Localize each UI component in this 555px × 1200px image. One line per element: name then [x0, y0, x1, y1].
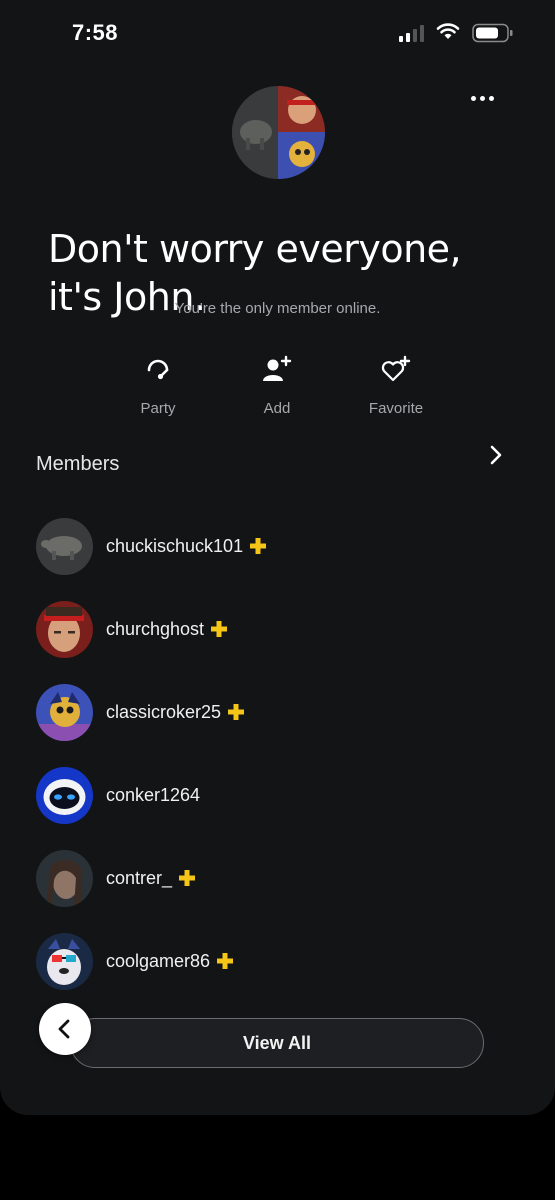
- ps-plus-icon: [210, 620, 228, 638]
- member-row[interactable]: conker1264: [36, 766, 496, 824]
- online-status-text: You're the only member online.: [174, 300, 381, 317]
- view-all-button[interactable]: View All: [70, 1018, 484, 1068]
- members-heading: Members: [36, 453, 120, 475]
- avatar: [36, 932, 93, 990]
- back-button[interactable]: [39, 1003, 91, 1055]
- add-button[interactable]: Add: [227, 352, 327, 417]
- headset-icon: [147, 359, 169, 380]
- party-button[interactable]: Party: [108, 352, 208, 417]
- group-avatar: [232, 86, 325, 179]
- member-row[interactable]: coolgamer86: [36, 932, 496, 990]
- chevron-right-icon[interactable]: [486, 444, 506, 466]
- more-options-icon[interactable]: [466, 88, 498, 108]
- add-person-icon: [263, 355, 292, 381]
- member-name: conker1264: [106, 784, 201, 805]
- heart-plus-icon: [381, 355, 411, 382]
- member-row[interactable]: chuckischuck101: [36, 517, 496, 575]
- member-name: coolgamer86: [106, 950, 211, 971]
- chevron-left-icon: [58, 1019, 70, 1039]
- avatar: [36, 683, 93, 741]
- group-screen: 7:58 Don't worry everyone, it's John. Yo…: [0, 0, 555, 1115]
- ps-plus-icon: [249, 537, 267, 555]
- member-row[interactable]: contrer_: [36, 849, 496, 907]
- signal-icon: [399, 24, 424, 42]
- member-name: chuckischuck101: [106, 535, 244, 556]
- ps-plus-icon: [178, 869, 196, 887]
- avatar: [36, 849, 93, 907]
- favorite-label: Favorite: [368, 400, 424, 417]
- ps-plus-icon: [227, 703, 245, 721]
- favorite-button[interactable]: Favorite: [346, 352, 446, 417]
- add-label: Add: [263, 400, 291, 417]
- status-bar: 7:58: [0, 0, 555, 64]
- party-label: Party: [140, 400, 176, 417]
- avatar: [36, 517, 93, 575]
- member-name: churchghost: [106, 618, 205, 639]
- avatar: [36, 600, 93, 658]
- member-name: contrer_: [106, 867, 173, 888]
- battery-icon: [472, 23, 513, 43]
- member-row[interactable]: classicroker25: [36, 683, 496, 741]
- status-time: 7:58: [72, 20, 119, 45]
- member-name: classicroker25: [106, 701, 222, 722]
- avatar: [36, 766, 93, 824]
- ps-plus-icon: [216, 952, 234, 970]
- wifi-icon: [436, 23, 460, 39]
- member-row[interactable]: churchghost: [36, 600, 496, 658]
